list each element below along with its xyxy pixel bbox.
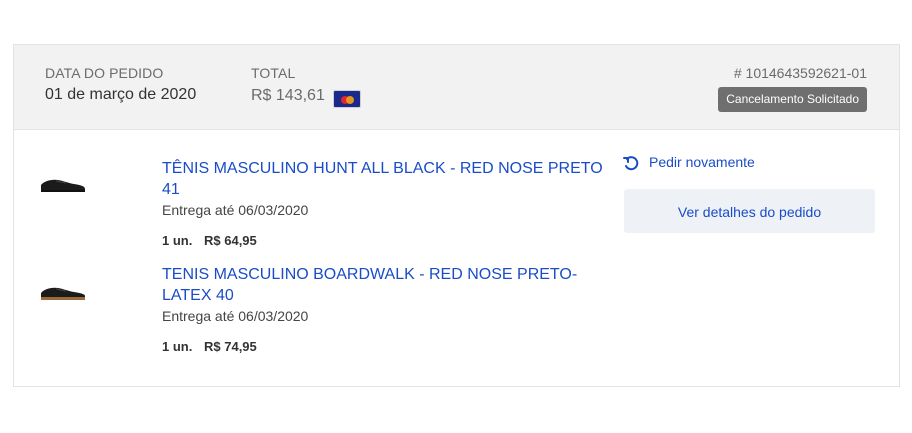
mastercard-icon — [333, 90, 361, 108]
product-title-2[interactable]: TENIS MASCULINO BOARDWALK - RED NOSE PRE… — [162, 264, 612, 306]
order-date-value: 01 de março de 2020 — [45, 86, 197, 103]
black-sneaker-image[interactable] — [38, 173, 88, 195]
order-date-label: DATA DO PEDIDO — [45, 65, 164, 81]
product-price-2: R$ 74,95 — [204, 339, 257, 354]
order-number: # 1014643592621-01 — [733, 65, 867, 81]
product-qty-1: 1 un. — [162, 233, 193, 248]
order-card: DATA DO PEDIDO 01 de março de 2020 TOTAL… — [13, 44, 900, 387]
black-gum-sole-sneaker-image[interactable] — [38, 281, 88, 303]
reorder-label: Pedir novamente — [649, 154, 755, 170]
product-price-1: R$ 64,95 — [204, 233, 257, 248]
order-header: DATA DO PEDIDO 01 de março de 2020 TOTAL… — [14, 45, 899, 130]
product-delivery-1: Entrega até 06/03/2020 — [162, 202, 309, 218]
view-order-details-button[interactable]: Ver detalhes do pedido — [624, 189, 875, 233]
product-title-1[interactable]: TÊNIS MASCULINO HUNT ALL BLACK - RED NOS… — [162, 158, 612, 200]
status-badge: Cancelamento Solicitado — [718, 87, 867, 112]
order-total-value: R$ 143,61 — [251, 87, 325, 104]
product-delivery-2: Entrega até 06/03/2020 — [162, 308, 309, 324]
product-qty-2: 1 un. — [162, 339, 193, 354]
order-total-label: TOTAL — [251, 65, 296, 81]
refresh-icon — [623, 156, 639, 171]
